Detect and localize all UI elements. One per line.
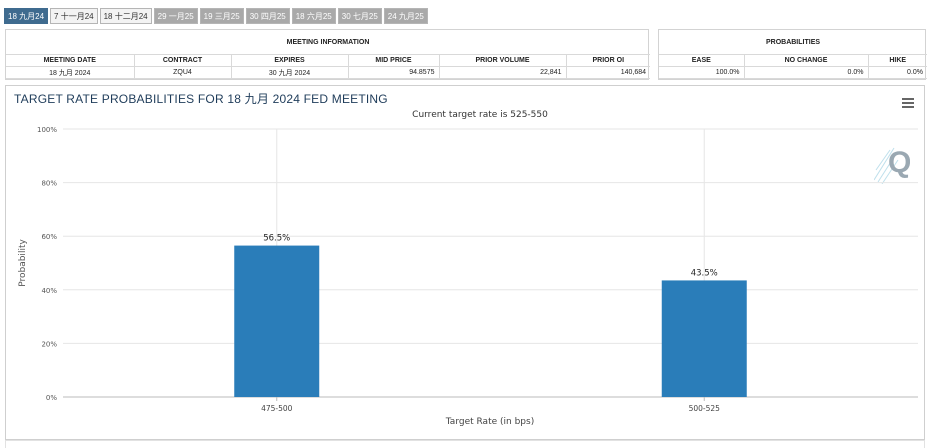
header-prior-volume: PRIOR VOLUME [439,54,567,67]
y-tick-label: 20% [41,340,57,348]
header-expires: EXPIRES [231,54,349,67]
x-axis-label: Target Rate (in bps) [445,417,534,427]
tab-meeting-5[interactable]: 30 四月25 [245,8,290,24]
cell-expires: 30 九月 2024 [231,66,349,79]
tab-meeting-6[interactable]: 18 六月25 [291,8,336,24]
header-no-change: NO CHANGE [744,54,869,67]
y-axis-label: Probability [18,239,28,287]
meeting-information-title: MEETING INFORMATION [6,30,651,55]
tab-meeting-0[interactable]: 18 九月24 [4,8,49,24]
cell-mid-price: 94.8575 [348,66,440,79]
x-tick-label: 475-500 [261,404,293,413]
probability-bar-chart: Current target rate is 525-550 0% 20% 40% 6… [18,110,918,427]
cell-no-change: 0.0% [744,66,869,79]
tab-meeting-7[interactable]: 30 七月25 [337,8,382,24]
meeting-tabs: 18 九月24 7 十一月24 18 十二月24 29 一月25 19 三月25 30 四… [4,8,428,24]
header-contract: CONTRACT [134,54,232,67]
tab-meeting-1[interactable]: 7 十一月24 [50,8,98,24]
header-mid-price: MID PRICE [348,54,440,67]
bar-500-525[interactable] [661,280,747,397]
tab-meeting-3[interactable]: 29 一月25 [153,8,198,24]
bar-data-label: 43.5% [691,268,718,278]
y-tick-label: 60% [41,233,57,241]
tab-meeting-2[interactable]: 18 十二月24 [99,8,152,24]
cell-meeting-date: 18 九月 2024 [6,66,135,79]
cell-hike: 0.0% [868,66,927,79]
bottom-strip [5,440,925,448]
header-prior-oi: PRIOR OI [566,54,651,67]
bar-475-500[interactable] [234,245,320,397]
y-tick-label: 0% [46,394,57,402]
probabilities-panel: PROBABILITIES EASE NO CHANGE HIKE 100.0%… [658,29,927,80]
cell-contract: ZQU4 [134,66,232,79]
chart-subtitle: Current target rate is 525-550 [412,110,548,120]
bar-data-label: 56.5% [263,234,290,244]
cell-ease: 100.0% [659,66,745,79]
cell-prior-oi: 140,684 [566,66,651,79]
tab-meeting-4[interactable]: 19 三月25 [199,8,244,24]
x-tick-label: 500-525 [689,404,721,413]
tab-meeting-8[interactable]: 24 九月25 [383,8,428,24]
y-tick-label: 40% [41,287,57,295]
cell-prior-volume: 22,841 [439,66,567,79]
y-tick-label: 100% [37,126,57,134]
header-meeting-date: MEETING DATE [6,54,135,67]
meeting-information-panel: MEETING INFORMATION MEETING DATE CONTRAC… [5,29,651,80]
header-ease: EASE [659,54,745,67]
header-hike: HIKE [868,54,927,67]
probabilities-title: PROBABILITIES [659,30,927,55]
y-tick-label: 80% [41,180,57,188]
chart-panel: TARGET RATE PROBABILITIES FOR 18 九月 2024… [5,85,925,440]
